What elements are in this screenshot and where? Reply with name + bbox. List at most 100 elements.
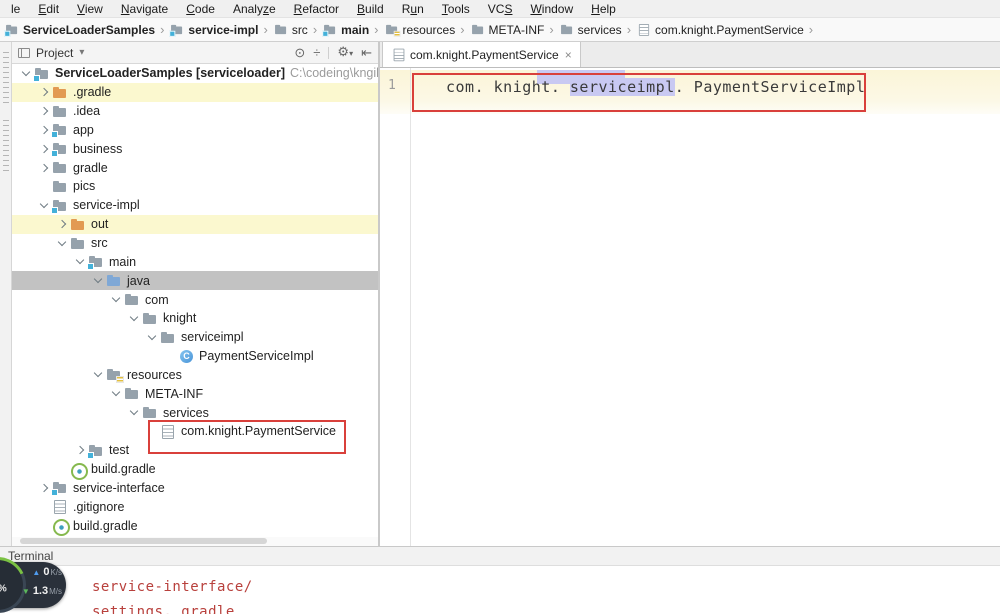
download-arrow-icon: ▼ (21, 587, 30, 596)
menu-item-run[interactable]: Run (393, 2, 433, 16)
close-icon[interactable]: × (565, 48, 572, 62)
breadcrumb-resources[interactable]: resources (384, 22, 456, 37)
tree-row-service-interface[interactable]: service-interface (12, 479, 378, 498)
module-badge (51, 206, 58, 214)
tree-row-meta-inf[interactable]: META-INF (12, 384, 378, 403)
tree-row-service-impl[interactable]: service-impl (12, 196, 378, 215)
menu-item-analyze[interactable]: Analyze (224, 2, 285, 16)
menu-item-code[interactable]: Code (177, 2, 224, 16)
breadcrumb-serviceloadersamples[interactable]: ServiceLoaderSamples (4, 22, 155, 37)
breadcrumb-com-knight-paymentservice[interactable]: com.knight.PaymentService (636, 22, 804, 37)
breadcrumb-src[interactable]: src (273, 22, 308, 37)
chevron-right-icon[interactable] (36, 123, 52, 137)
chevron-right-icon[interactable] (36, 161, 52, 175)
editor-content[interactable]: 1 com. knight. serviceimpl. PaymentServi… (380, 68, 1000, 546)
menu-item-vcs[interactable]: VCS (479, 2, 522, 16)
menu-item-help[interactable]: Help (582, 2, 625, 16)
chevron-right-icon[interactable] (36, 481, 52, 495)
tree-row-gitignore[interactable]: .gitignore (12, 497, 378, 516)
tree-row-gradle[interactable]: .gradle (12, 82, 378, 102)
chevron-down-icon[interactable] (90, 368, 106, 382)
scrollbar-thumb[interactable] (20, 538, 267, 544)
chevron-down-icon[interactable] (126, 311, 142, 325)
tree-row-serviceloadersamples-serviceloader[interactable]: ServiceLoaderSamples [serviceloader] C:\c… (12, 64, 378, 83)
breadcrumb-main[interactable]: main (322, 22, 369, 37)
module-icon (87, 254, 104, 271)
tree-row-test[interactable]: test (12, 441, 378, 460)
tree-row-gradle[interactable]: gradle (12, 158, 378, 177)
chevron-right-icon[interactable] (36, 142, 52, 156)
breadcrumb-meta-inf[interactable]: META-INF (470, 22, 545, 37)
download-speed: ▼ 1.3 M/s (12, 585, 62, 604)
folder-orange-icon (52, 85, 68, 100)
folder-icon (52, 104, 68, 119)
menu-item-le[interactable]: le (2, 2, 29, 16)
tree-row-paymentserviceimpl[interactable]: C PaymentServiceImpl (12, 347, 378, 366)
tree-row-idea[interactable]: .idea (12, 102, 378, 121)
chevron-placeholder (54, 462, 70, 476)
tree-row-java[interactable]: java (12, 271, 378, 291)
chevron-down-icon[interactable] (90, 274, 106, 288)
menu-mnemonic: W (530, 1, 542, 16)
code-text: com. knight. (446, 78, 570, 96)
breadcrumb-label: META-INF (488, 22, 545, 37)
collapse-all-icon[interactable]: ÷ (313, 45, 320, 60)
chevron-down-icon[interactable] (108, 293, 124, 307)
chevron-down-icon[interactable] (126, 406, 142, 420)
module-badge (51, 489, 58, 497)
hide-panel-icon[interactable]: ⇤ (361, 45, 372, 60)
tool-window-stripe[interactable] (0, 42, 12, 546)
tree-label: services (163, 405, 209, 420)
tree-row-com-knight-paymentservice[interactable]: com.knight.PaymentService (12, 422, 378, 441)
tree-row-pics[interactable]: pics (12, 177, 378, 196)
breadcrumb-label: resources (402, 22, 456, 37)
tree-row-main[interactable]: main (12, 252, 378, 271)
code-highlighted-text: serviceimpl (569, 78, 675, 96)
menu-item-view[interactable]: View (68, 2, 112, 16)
chevron-down-icon[interactable] (72, 255, 88, 269)
breadcrumb-label: src (291, 22, 308, 37)
tree-row-com[interactable]: com (12, 290, 378, 309)
folder-icon (142, 311, 158, 326)
menu-item-tools[interactable]: Tools (433, 2, 479, 16)
tree-row-resources[interactable]: resources (12, 366, 378, 385)
chevron-down-icon[interactable] (36, 198, 52, 212)
code-line[interactable]: com. knight. serviceimpl. PaymentService… (446, 77, 865, 97)
menu-item-navigate[interactable]: Navigate (112, 2, 177, 16)
chevron-right-icon[interactable] (36, 104, 52, 118)
chevron-right-icon[interactable] (36, 85, 52, 99)
tree-row-serviceimpl[interactable]: serviceimpl (12, 328, 378, 347)
chevron-down-icon[interactable] (54, 236, 70, 250)
tree-row-build-gradle[interactable]: build.gradle (12, 460, 378, 480)
gear-icon[interactable]: ⚙▾ (337, 44, 353, 61)
stripe-mark (3, 120, 9, 172)
chevron-right-icon[interactable] (54, 217, 70, 231)
breadcrumb-service-impl[interactable]: service-impl (169, 22, 258, 37)
menu-item-window[interactable]: Window (521, 2, 582, 16)
chevron-right-icon[interactable] (72, 443, 88, 457)
tree-row-build-gradle[interactable]: build.gradle (12, 516, 378, 537)
breadcrumb-services[interactable]: services (559, 22, 622, 37)
tree-row-knight[interactable]: knight (12, 309, 378, 328)
folder-blue-icon (106, 273, 122, 288)
menu-item-refactor[interactable]: Refactor (285, 2, 348, 16)
tree-row-src[interactable]: src (12, 234, 378, 253)
tree-row-business[interactable]: business (12, 139, 378, 158)
tree-row-app[interactable]: app (12, 121, 378, 140)
tree-row-services[interactable]: services (12, 403, 378, 422)
file-icon (160, 424, 176, 439)
chevron-down-icon[interactable] (108, 387, 124, 401)
chevron-down-icon[interactable] (18, 66, 34, 80)
menu-item-edit[interactable]: Edit (29, 2, 68, 16)
editor-tab[interactable]: com.knight.PaymentService × (382, 42, 581, 67)
terminal-header[interactable]: Terminal (0, 546, 1000, 566)
tree-row-out[interactable]: out (12, 214, 378, 234)
chevron-down-icon[interactable]: ▾ (79, 47, 84, 58)
menu-item-build[interactable]: Build (348, 2, 393, 16)
folder-icon (274, 23, 288, 36)
tree-label: build.gradle (91, 462, 156, 477)
breadcrumb-separator-icon: › (160, 22, 165, 37)
terminal-output[interactable]: service-interface/settings. gradle (0, 566, 1000, 614)
chevron-down-icon[interactable] (144, 330, 160, 344)
locate-file-icon[interactable]: ⊙ (294, 45, 305, 60)
